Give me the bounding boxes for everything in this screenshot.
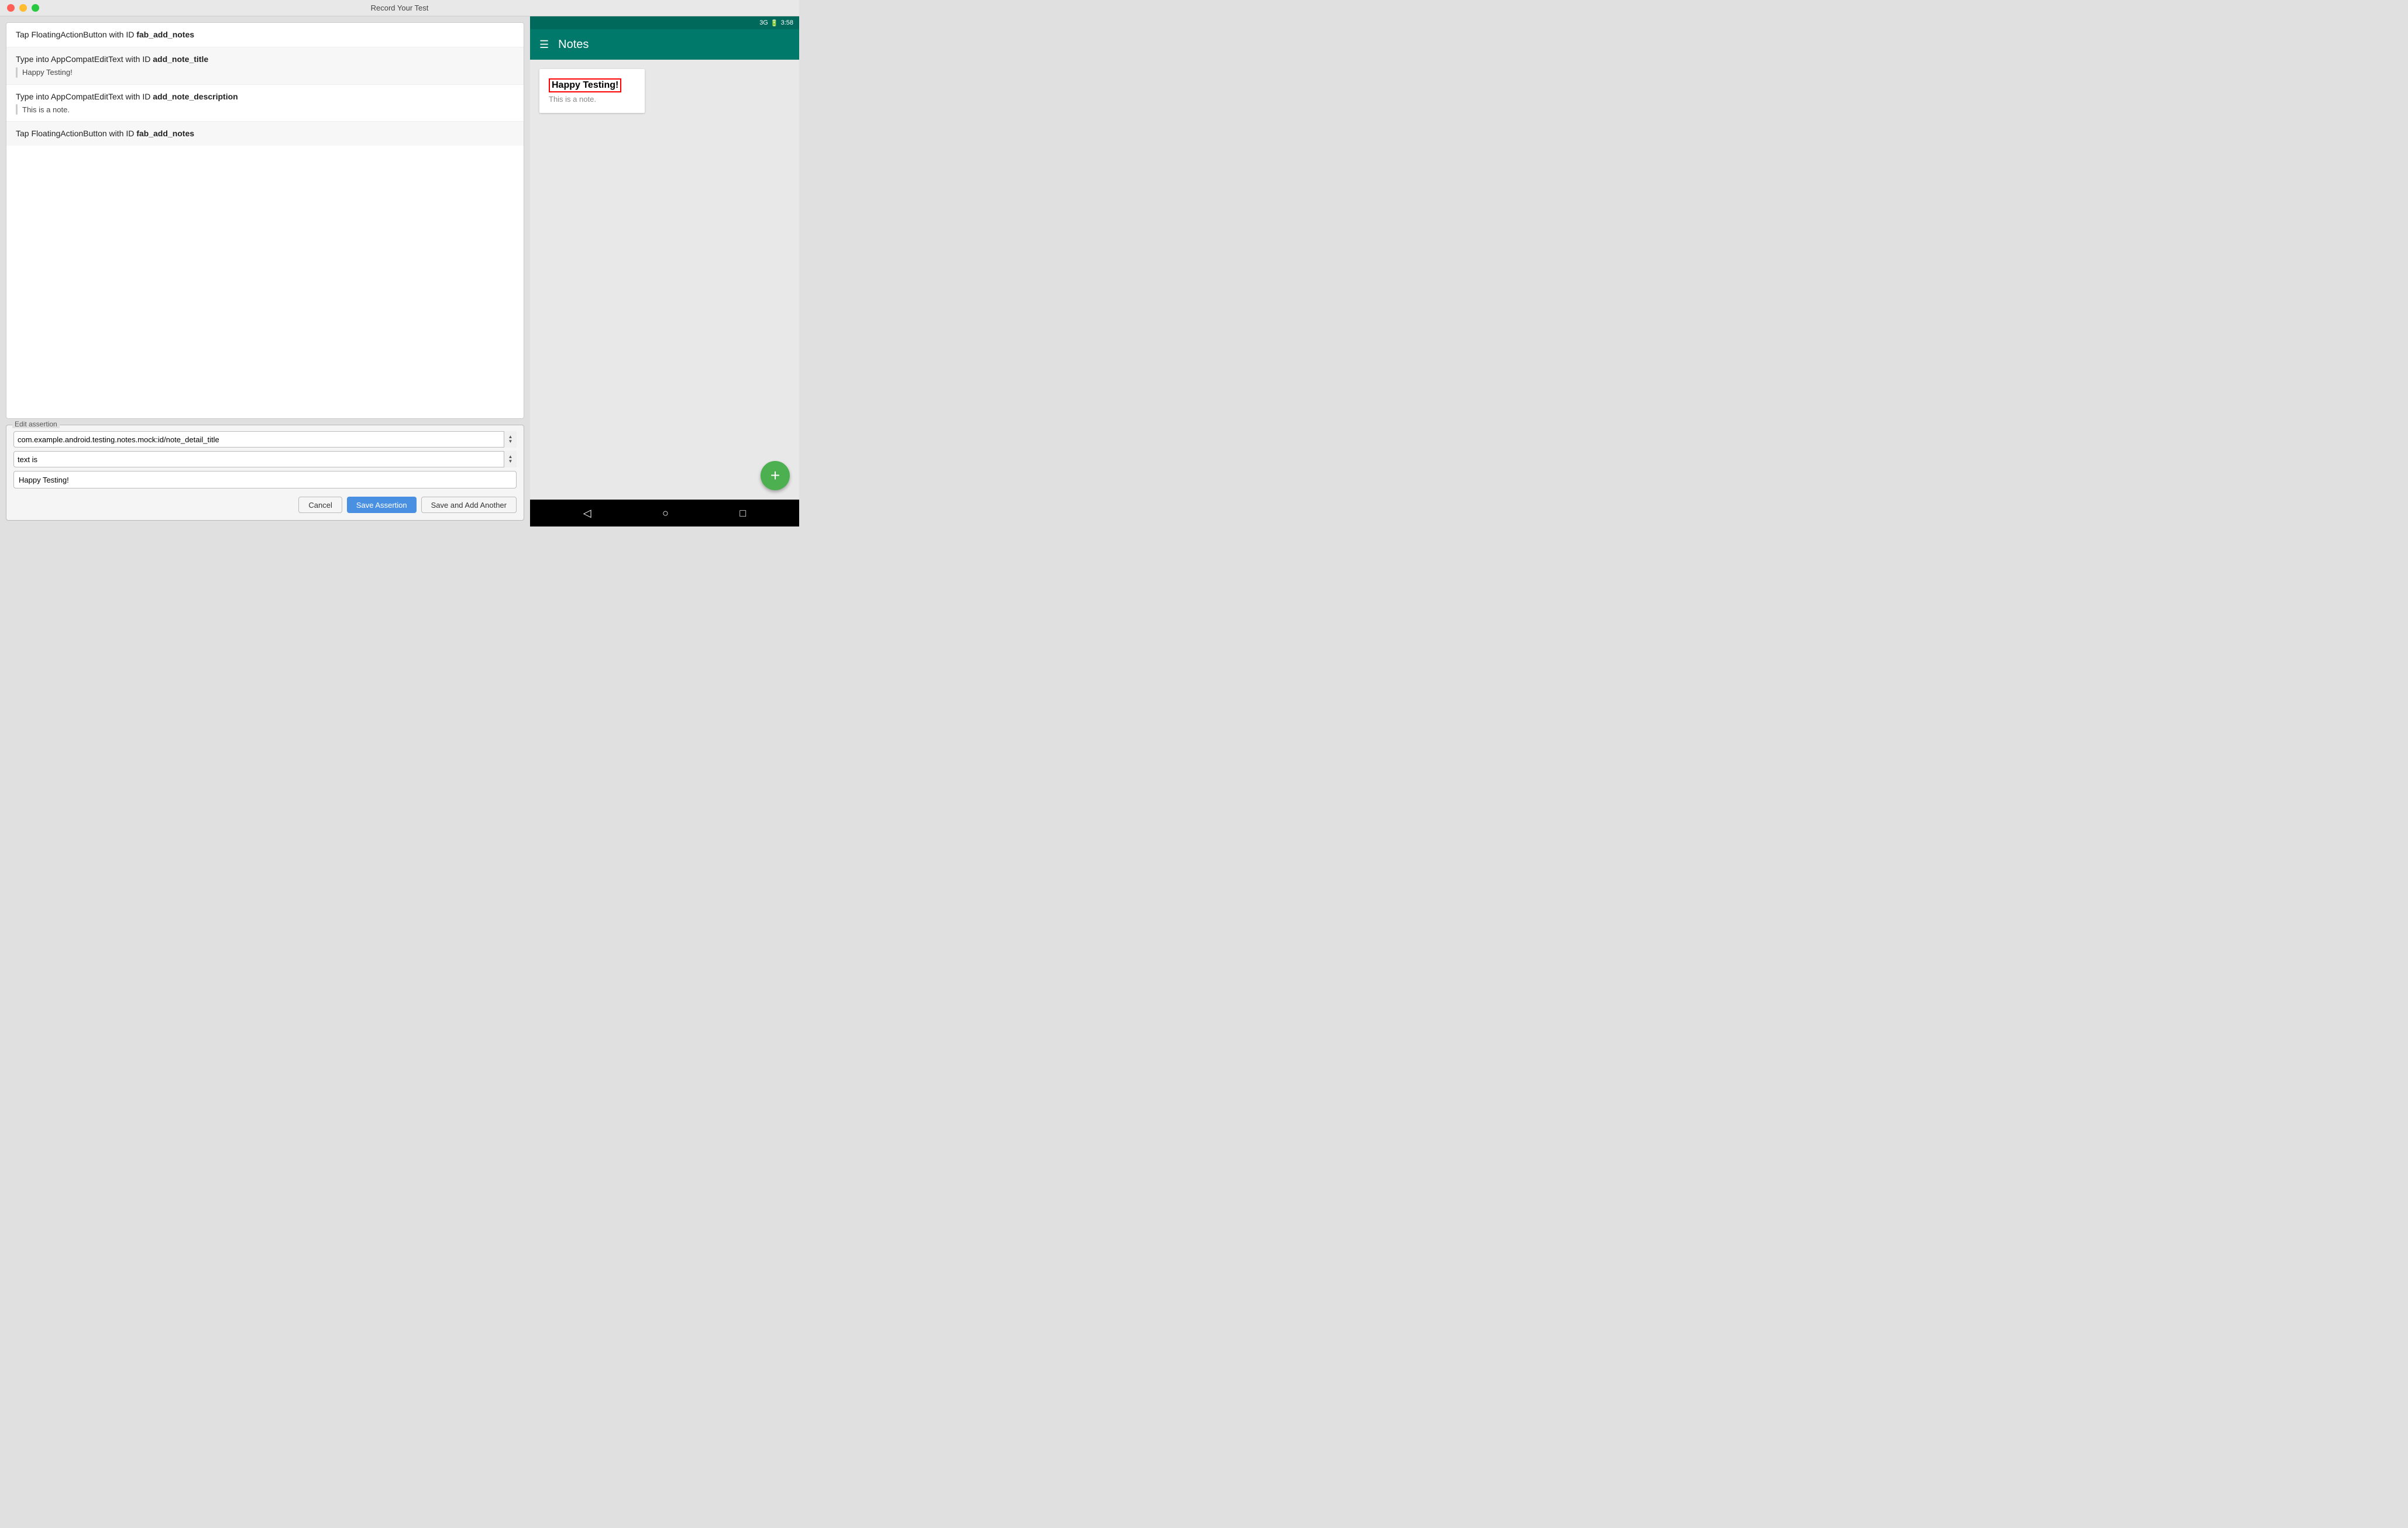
edit-assertion-legend: Edit assertion [12, 420, 60, 428]
condition-field: text is ▲ ▼ [13, 451, 517, 467]
step-item: Tap FloatingActionButton with ID fab_add… [6, 122, 524, 146]
app-bar-title: Notes [558, 38, 589, 51]
fab-button[interactable]: + [761, 461, 790, 490]
title-bar: Record Your Test [0, 0, 799, 16]
step-bold: fab_add_notes [136, 129, 194, 138]
step-text: Type into AppCompatEditText with ID add_… [16, 92, 238, 101]
steps-area: Tap FloatingActionButton with ID fab_add… [6, 22, 524, 419]
step-item: Type into AppCompatEditText with ID add_… [6, 47, 524, 85]
maximize-button[interactable] [32, 4, 39, 12]
edit-assertion-panel: Edit assertion com.example.android.testi… [6, 425, 524, 521]
window-controls [7, 4, 39, 12]
android-nav-bar: ◁ ○ □ [530, 500, 799, 526]
minimize-button[interactable] [19, 4, 27, 12]
note-card: Happy Testing! This is a note. [539, 69, 645, 113]
step-sub-bar [16, 104, 18, 115]
note-body: This is a note. [549, 95, 635, 104]
step-sub: Happy Testing! [16, 67, 514, 78]
step-sub-bar [16, 67, 18, 78]
step-item: Tap FloatingActionButton with ID fab_add… [6, 23, 524, 47]
left-panel: Tap FloatingActionButton with ID fab_add… [0, 16, 530, 526]
note-title: Happy Testing! [549, 78, 621, 92]
window-title: Record Your Test [371, 4, 429, 12]
step-text: Tap FloatingActionButton with ID fab_add… [16, 129, 194, 138]
step-item: Type into AppCompatEditText with ID add_… [6, 85, 524, 122]
android-screen: 3G 🔋 3:58 ☰ Notes Happy Testing! This is… [530, 16, 799, 526]
close-button[interactable] [7, 4, 15, 12]
recents-icon[interactable]: □ [739, 507, 746, 519]
condition-wrapper: text is ▲ ▼ [13, 451, 517, 467]
selector-field: com.example.android.testing.notes.mock:i… [13, 431, 517, 448]
step-sub-text: This is a note. [22, 104, 70, 116]
android-app-bar: ☰ Notes [530, 29, 799, 60]
step-sub-text: Happy Testing! [22, 67, 73, 78]
save-and-add-button[interactable]: Save and Add Another [421, 497, 517, 513]
cancel-button[interactable]: Cancel [298, 497, 342, 513]
main-layout: Tap FloatingActionButton with ID fab_add… [0, 16, 799, 526]
selector-select[interactable]: com.example.android.testing.notes.mock:i… [13, 431, 517, 448]
back-icon[interactable]: ◁ [583, 507, 591, 519]
android-status-bar: 3G 🔋 3:58 [530, 16, 799, 29]
android-content: Happy Testing! This is a note. + [530, 60, 799, 500]
step-text: Type into AppCompatEditText with ID add_… [16, 54, 208, 64]
menu-icon[interactable]: ☰ [539, 39, 549, 51]
step-bold: add_note_description [153, 92, 238, 101]
step-sub: This is a note. [16, 104, 514, 116]
selector-wrapper: com.example.android.testing.notes.mock:i… [13, 431, 517, 448]
step-text: Tap FloatingActionButton with ID fab_add… [16, 30, 194, 39]
condition-select[interactable]: text is [13, 451, 517, 467]
save-assertion-button[interactable]: Save Assertion [347, 497, 417, 513]
signal-icon: 3G [759, 19, 768, 26]
assertion-buttons: Cancel Save Assertion Save and Add Anoth… [13, 497, 517, 513]
assertion-value-input[interactable] [13, 471, 517, 488]
step-bold: fab_add_notes [136, 30, 194, 39]
android-mockup: 3G 🔋 3:58 ☰ Notes Happy Testing! This is… [530, 16, 799, 526]
step-bold: add_note_title [153, 54, 208, 64]
status-icons: 3G 🔋 3:58 [759, 19, 793, 27]
time-display: 3:58 [781, 19, 793, 26]
battery-icon: 🔋 [770, 19, 779, 27]
home-icon[interactable]: ○ [662, 507, 669, 519]
